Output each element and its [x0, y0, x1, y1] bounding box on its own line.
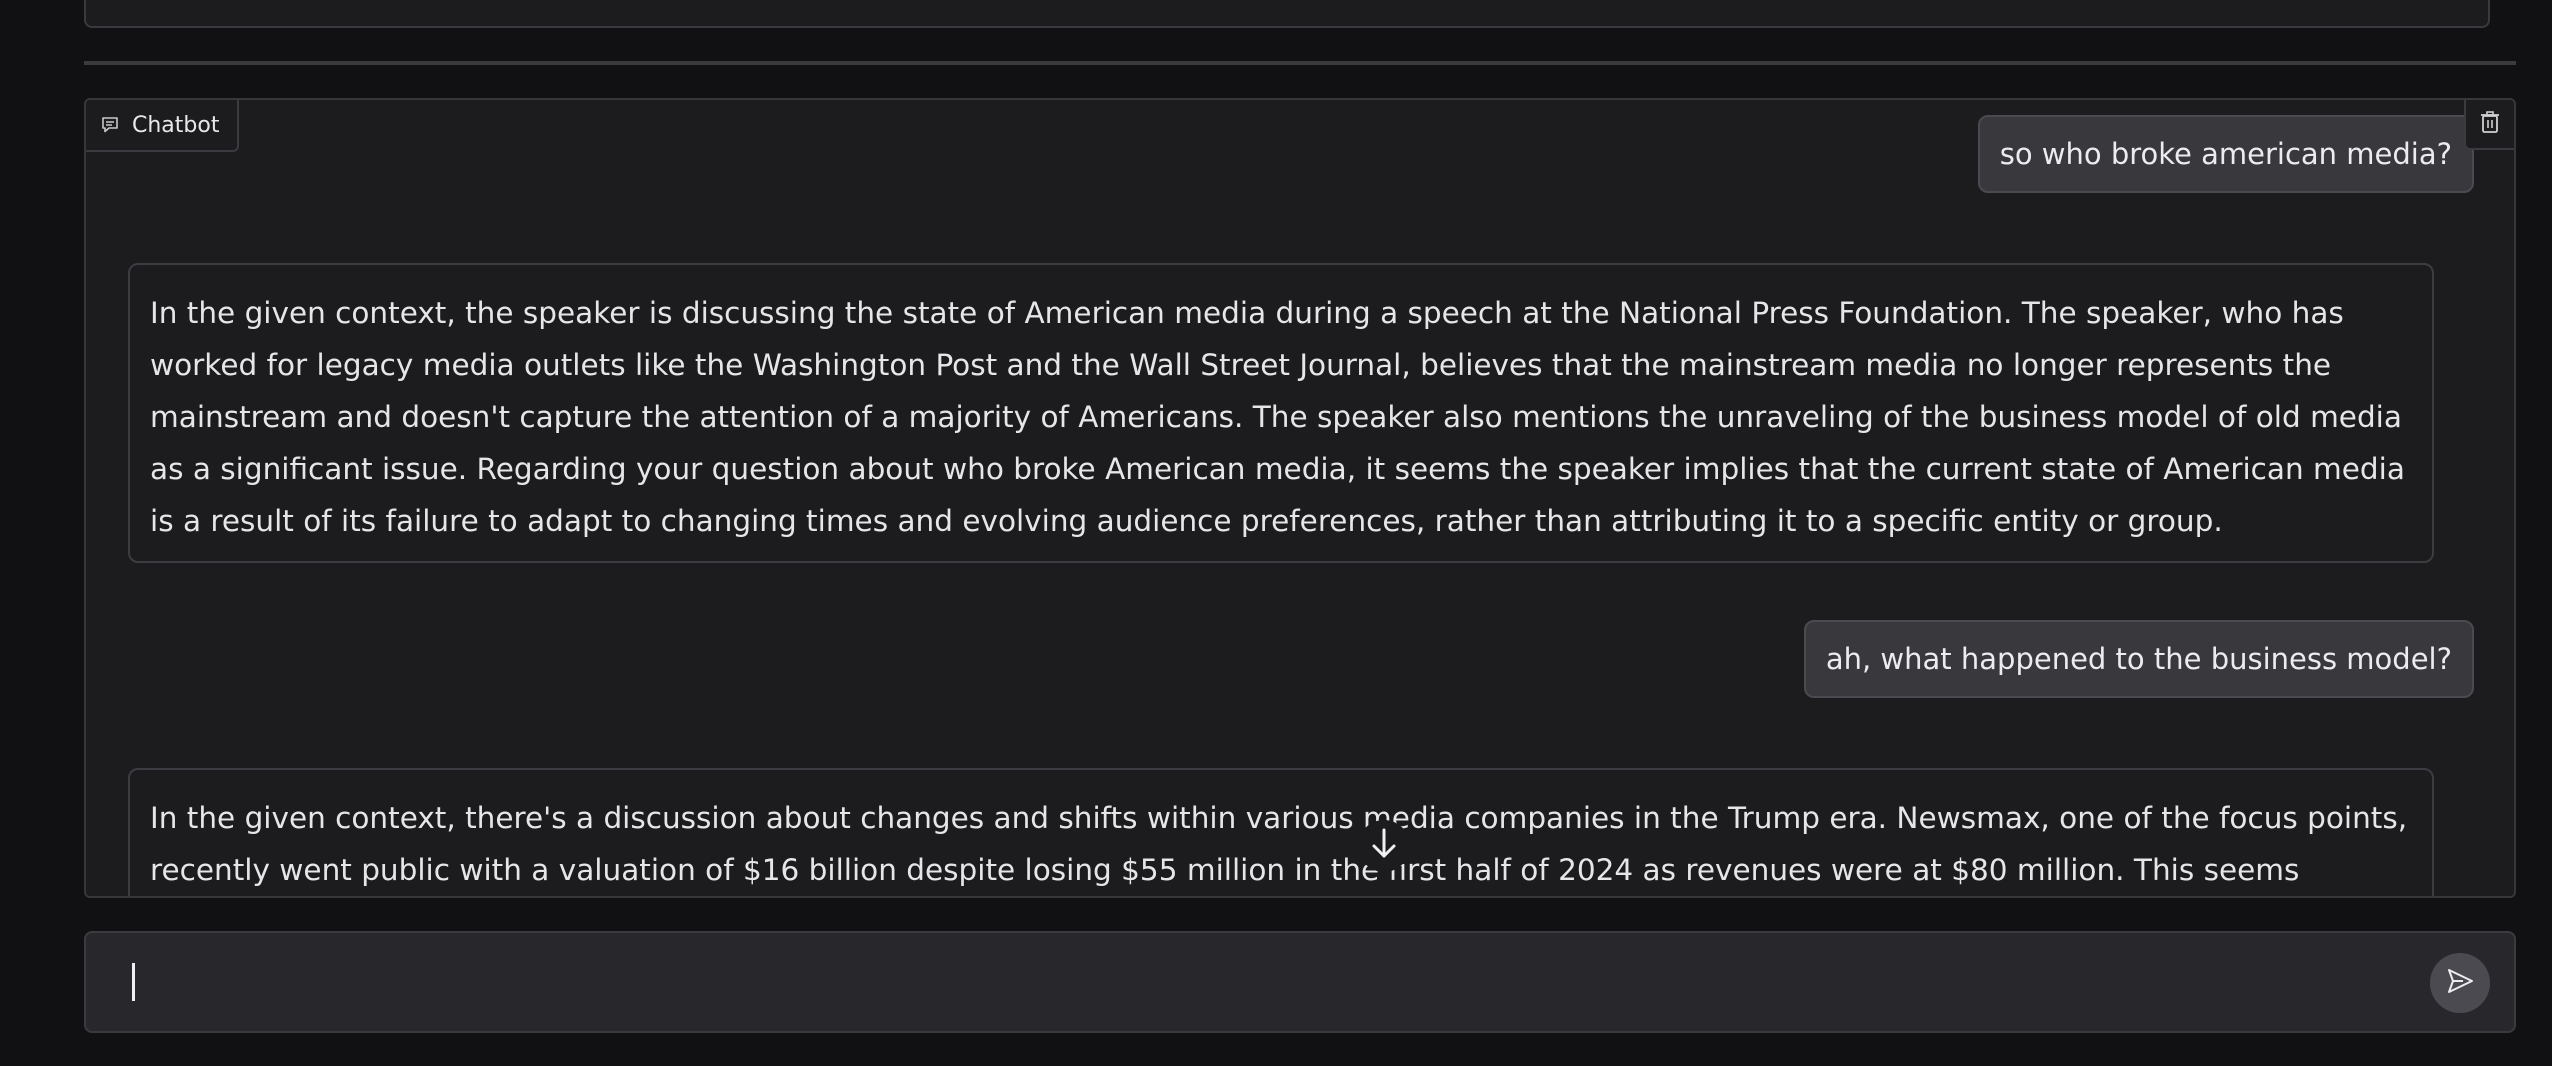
section-divider [84, 61, 2516, 65]
message-input[interactable] [126, 953, 2410, 1015]
user-message: so who broke american media? [1977, 115, 2474, 193]
scroll-to-bottom-button[interactable] [1358, 820, 1410, 872]
user-message: ah, what happened to the business model? [1803, 620, 2474, 698]
text-caret [132, 963, 135, 1001]
clear-chat-button[interactable] [2464, 100, 2514, 150]
chatbot-label-text: Chatbot [132, 112, 220, 138]
chat-icon [100, 115, 120, 135]
trash-icon [2479, 110, 2501, 138]
chatbot-label: Chatbot [86, 100, 240, 152]
send-button[interactable] [2430, 953, 2490, 1013]
assistant-message: In the given context, there's a discussi… [128, 768, 2434, 896]
app-page: Chatbot so who broke american media? In … [0, 0, 2552, 1066]
previous-panel [84, 0, 2490, 28]
message-list[interactable]: so who broke american media? In the give… [86, 100, 2514, 896]
arrow-down-icon [1370, 827, 1398, 865]
message-input-container [84, 931, 2516, 1033]
assistant-message: In the given context, the speaker is dis… [128, 263, 2434, 563]
send-icon [2445, 966, 2475, 1000]
chatbot-panel[interactable]: Chatbot so who broke american media? In … [84, 98, 2516, 898]
